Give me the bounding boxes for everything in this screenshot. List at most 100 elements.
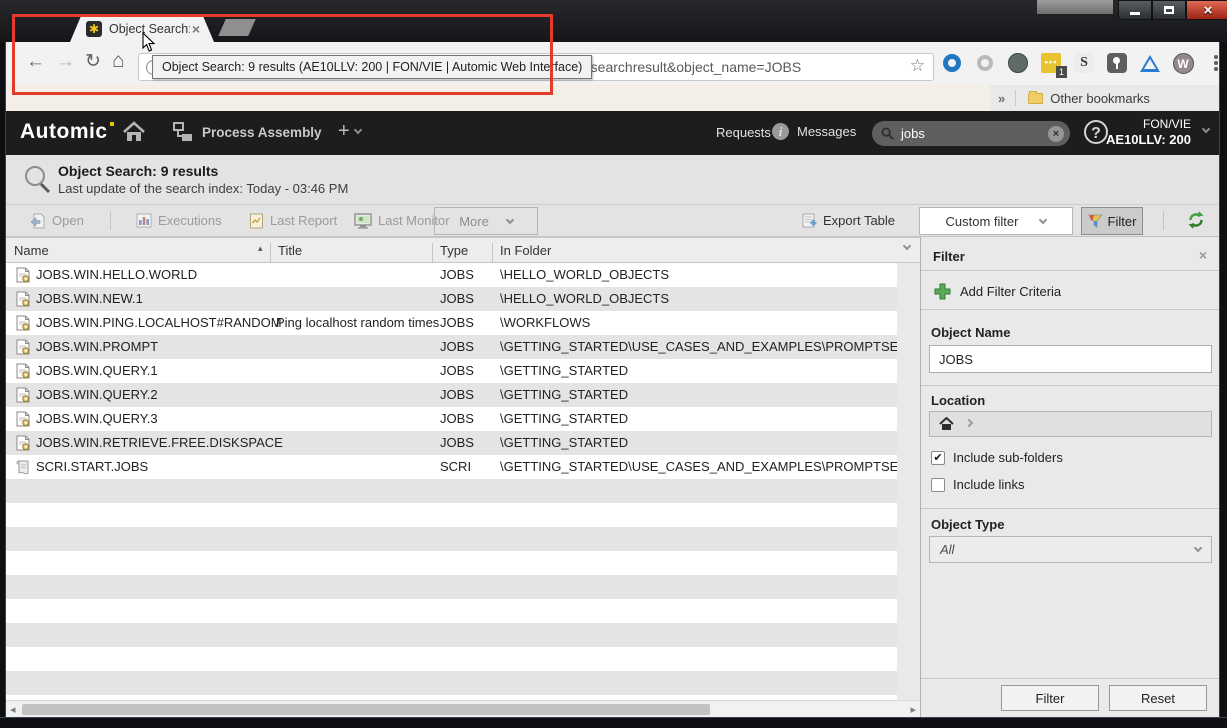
column-divider bbox=[270, 243, 271, 262]
cell-name: JOBS.WIN.QUERY.2 bbox=[36, 383, 158, 407]
minimize-button[interactable] bbox=[1118, 0, 1152, 20]
annotation-red-box bbox=[12, 14, 553, 95]
client-user: FON/VIE bbox=[1106, 116, 1191, 132]
include-subfolders-option[interactable]: ✔ Include sub-folders bbox=[931, 450, 1063, 465]
cell-in-folder: \GETTING_STARTED bbox=[500, 431, 628, 455]
cell-type: JOBS bbox=[440, 263, 474, 287]
open-label: Open bbox=[52, 213, 84, 228]
maximize-button[interactable] bbox=[1152, 0, 1186, 20]
scroll-right-icon[interactable]: ▸ bbox=[910, 703, 916, 716]
table-row[interactable]: SCRI.START.JOBSSCRI\GETTING_STARTED\USE_… bbox=[6, 455, 897, 479]
column-menu-icon[interactable] bbox=[903, 242, 911, 250]
process-assembly-label: Process Assembly bbox=[202, 125, 322, 140]
table-vertical-scroll-area[interactable] bbox=[897, 263, 920, 700]
messages-label: Messages bbox=[797, 124, 856, 139]
open-button[interactable]: Open bbox=[30, 205, 84, 236]
job-object-icon bbox=[16, 315, 31, 334]
add-filter-criteria-button[interactable]: Add Filter Criteria bbox=[934, 283, 1061, 300]
table-row[interactable]: JOBS.WIN.HELLO.WORLDJOBS\HELLO_WORLD_OBJ… bbox=[6, 263, 897, 287]
export-table-icon bbox=[801, 213, 817, 229]
horizontal-scrollbar[interactable]: ◂ ▸ bbox=[6, 700, 920, 717]
location-label: Location bbox=[931, 393, 985, 408]
nav-process-assembly[interactable]: Process Assembly bbox=[172, 121, 322, 143]
refresh-icon bbox=[1186, 210, 1206, 230]
extension-keyhole-icon[interactable] bbox=[1105, 51, 1129, 75]
extension-s-icon[interactable]: S bbox=[1072, 51, 1096, 75]
automic-header: Automic Process Assembly + Requests i Me… bbox=[6, 111, 1219, 155]
table-row[interactable]: JOBS.WIN.PING.LOCALHOST#RANDOMPing local… bbox=[6, 311, 897, 335]
extension-yellow-icon[interactable]: ••• 1 bbox=[1039, 51, 1063, 75]
include-links-option[interactable]: Include links bbox=[931, 477, 1025, 492]
object-name-input[interactable] bbox=[929, 345, 1212, 373]
include-subfolders-label: Include sub-folders bbox=[953, 450, 1063, 465]
bookmark-star-icon[interactable]: ☆ bbox=[910, 56, 925, 76]
table-row[interactable]: JOBS.WIN.RETRIEVE.FREE.DISKSPACEJOBS\GET… bbox=[6, 431, 897, 455]
filter-reset-button[interactable]: Reset bbox=[1109, 685, 1207, 711]
last-monitor-icon bbox=[354, 213, 372, 229]
refresh-button[interactable] bbox=[1186, 210, 1206, 235]
table-row[interactable]: JOBS.WIN.PROMPTJOBS\GETTING_STARTED\USE_… bbox=[6, 335, 897, 359]
messages-link[interactable]: i Messages bbox=[772, 123, 856, 140]
cell-type: JOBS bbox=[440, 311, 474, 335]
last-report-button[interactable]: Last Report bbox=[249, 205, 337, 236]
scroll-left-icon[interactable]: ◂ bbox=[10, 703, 16, 716]
table-row[interactable]: JOBS.WIN.QUERY.2JOBS\GETTING_STARTED bbox=[6, 383, 897, 407]
browser-window: × ✱ Object Search: 9 results ( × ← → ↻ ⌂… bbox=[0, 0, 1227, 728]
column-header-name[interactable]: Name bbox=[14, 243, 49, 258]
automic-logo[interactable]: Automic bbox=[20, 120, 108, 144]
location-breadcrumb[interactable] bbox=[929, 411, 1212, 437]
scrollbar-thumb[interactable] bbox=[22, 704, 710, 715]
checkbox-checked-icon[interactable]: ✔ bbox=[931, 451, 945, 465]
page-subtitle: Last update of the search index: Today -… bbox=[58, 181, 348, 196]
executions-label: Executions bbox=[158, 213, 222, 228]
filter-apply-button[interactable]: Filter bbox=[1001, 685, 1099, 711]
more-label: More bbox=[459, 214, 489, 229]
search-value: jobs bbox=[901, 126, 1048, 141]
global-search-input[interactable]: jobs × bbox=[872, 121, 1070, 146]
custom-filter-select[interactable]: Custom filter bbox=[919, 207, 1073, 235]
client-menu[interactable]: FON/VIE AE10LLV: 200 bbox=[1106, 116, 1191, 148]
extension-blue-ring-icon[interactable] bbox=[940, 51, 964, 75]
toolbar-separator bbox=[1163, 211, 1164, 230]
column-header-title[interactable]: Title bbox=[278, 243, 302, 258]
extension-w-icon[interactable]: W bbox=[1171, 51, 1195, 75]
column-header-type[interactable]: Type bbox=[440, 243, 468, 258]
column-header-in-folder[interactable]: In Folder bbox=[500, 243, 551, 258]
chevron-down-icon bbox=[353, 125, 361, 133]
more-button[interactable]: More bbox=[434, 207, 538, 235]
executions-button[interactable]: Executions bbox=[136, 205, 222, 236]
maximize-icon bbox=[1164, 6, 1174, 14]
bookmarks-overflow-icon[interactable]: » bbox=[998, 91, 1005, 106]
clear-search-icon[interactable]: × bbox=[1048, 126, 1064, 142]
url-text[interactable]: @pa/searchresult&object_name=JOBS bbox=[557, 59, 801, 75]
help-button[interactable]: ? bbox=[1084, 120, 1108, 144]
filter-apply-label: Filter bbox=[1036, 691, 1065, 706]
close-button[interactable]: × bbox=[1186, 0, 1227, 20]
cell-title: Ping localhost random times bbox=[276, 311, 439, 335]
app-home-icon[interactable] bbox=[122, 121, 146, 148]
filter-toggle-button[interactable]: Filter bbox=[1081, 207, 1143, 235]
requests-link[interactable]: Requests bbox=[716, 125, 771, 140]
cell-name: JOBS.WIN.PING.LOCALHOST#RANDOM bbox=[36, 311, 282, 335]
search-icon bbox=[881, 127, 894, 140]
other-bookmarks-button[interactable]: Other bookmarks bbox=[1050, 91, 1150, 106]
object-search-icon bbox=[22, 164, 52, 201]
checkbox-unchecked-icon[interactable] bbox=[931, 478, 945, 492]
cell-name: JOBS.WIN.NEW.1 bbox=[36, 287, 143, 311]
funnel-icon bbox=[1088, 214, 1103, 228]
object-type-select[interactable]: All bbox=[929, 536, 1212, 563]
extension-globe-icon[interactable] bbox=[1006, 51, 1030, 75]
table-row[interactable]: JOBS.WIN.QUERY.1JOBS\GETTING_STARTED bbox=[6, 359, 897, 383]
table-row[interactable]: JOBS.WIN.QUERY.3JOBS\GETTING_STARTED bbox=[6, 407, 897, 431]
cell-type: JOBS bbox=[440, 335, 474, 359]
filter-panel-close-icon[interactable]: × bbox=[1199, 247, 1207, 263]
cell-type: JOBS bbox=[440, 359, 474, 383]
add-tab-button[interactable]: + bbox=[338, 121, 361, 141]
cell-type: SCRI bbox=[440, 455, 471, 479]
export-table-button[interactable]: Export Table bbox=[801, 205, 895, 236]
breadcrumb-chevron-icon bbox=[965, 418, 973, 426]
extension-triangle-icon[interactable] bbox=[1138, 51, 1162, 75]
sort-asc-icon[interactable]: ▴ bbox=[258, 243, 263, 254]
extension-gray-ring-icon[interactable] bbox=[973, 51, 997, 75]
table-row[interactable]: JOBS.WIN.NEW.1JOBS\HELLO_WORLD_OBJECTS bbox=[6, 287, 897, 311]
